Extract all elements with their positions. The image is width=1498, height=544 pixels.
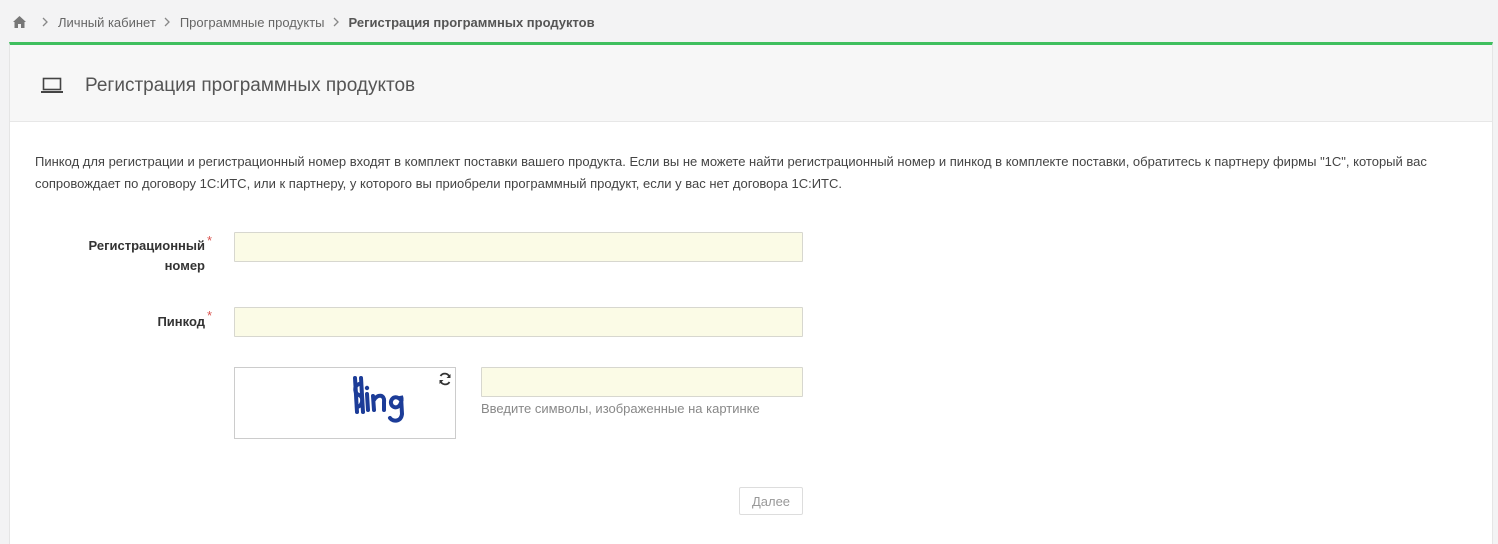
- captcha-input[interactable]: [481, 367, 803, 397]
- reg-number-label: Регистрационный номер: [88, 238, 205, 273]
- chevron-right-icon: [163, 17, 173, 27]
- intro-text: Пинкод для регистрации и регистрационный…: [35, 154, 1427, 191]
- captcha-picture: [349, 372, 429, 428]
- captcha-image: [234, 367, 456, 439]
- home-icon[interactable]: [12, 15, 27, 30]
- breadcrumb-item-cabinet[interactable]: Личный кабинет: [58, 15, 156, 30]
- captcha-hint: Введите символы, изображенные на картинк…: [481, 401, 760, 416]
- required-mark: *: [207, 233, 213, 248]
- registration-panel: Регистрация программных продуктов Пинкод…: [9, 42, 1493, 544]
- breadcrumb-item-products[interactable]: Программные продукты: [180, 15, 325, 30]
- breadcrumb: Личный кабинет Программные продукты Реги…: [12, 12, 595, 32]
- page-title: Регистрация программных продуктов: [85, 75, 416, 96]
- next-button[interactable]: Далее: [739, 487, 803, 515]
- pincode-input[interactable]: [234, 307, 803, 337]
- panel-header: Регистрация программных продуктов: [10, 45, 1492, 122]
- pincode-label: Пинкод: [157, 314, 205, 329]
- reg-number-input[interactable]: [234, 232, 803, 262]
- required-mark: *: [207, 308, 213, 323]
- laptop-icon: [40, 77, 64, 95]
- breadcrumb-current: Регистрация программных продуктов: [348, 14, 595, 30]
- chevron-right-icon: [41, 17, 51, 27]
- refresh-icon[interactable]: [438, 372, 452, 386]
- chevron-right-icon: [332, 17, 342, 27]
